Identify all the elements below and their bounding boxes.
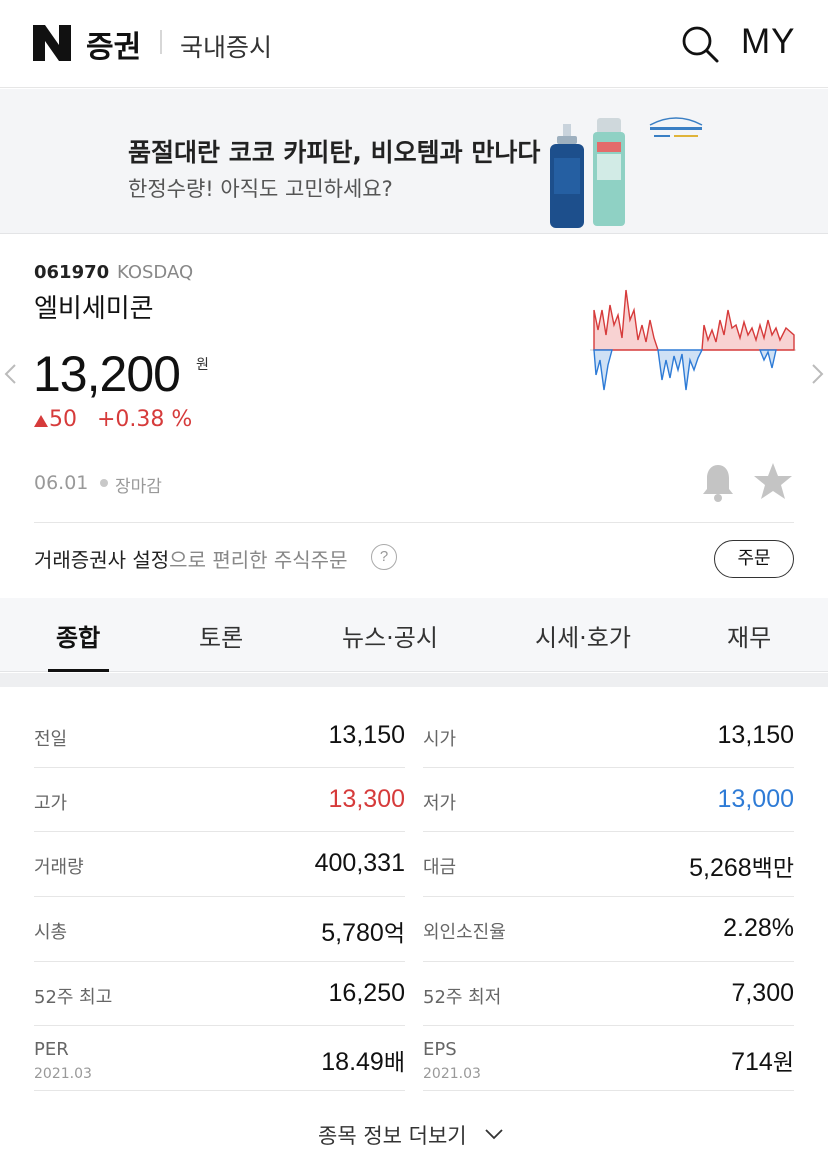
tab-discussion[interactable]: 토론: [199, 618, 243, 653]
ad-title: 품절대란 코코 카피탄, 비오템과 만나다: [128, 138, 541, 167]
row-divider: [34, 1090, 405, 1091]
current-price: 13,200: [33, 346, 181, 402]
info-value: 18.49배: [256, 1043, 405, 1077]
info-label: 시총: [34, 922, 68, 943]
chevron-down-icon[interactable]: [484, 1128, 504, 1140]
more-info-link[interactable]: 종목 정보 더보기: [318, 1120, 467, 1150]
row-divider: [34, 961, 405, 962]
row-divider: [423, 1090, 794, 1091]
info-label: 저가: [423, 793, 457, 814]
info-label: 52주 최고: [34, 987, 113, 1008]
stock-code: 061970: [34, 262, 110, 283]
row-divider: [34, 1025, 405, 1026]
naver-logo-icon[interactable]: [33, 25, 71, 61]
intraday-sparkline-chart[interactable]: [590, 280, 796, 400]
sparkline-up-area: [593, 289, 795, 351]
ad-product-image: [550, 118, 625, 228]
up-triangle-icon: [34, 415, 48, 427]
info-value: 13,150: [717, 721, 794, 749]
trade-date: 06.01: [34, 472, 89, 494]
info-value: 13,150: [328, 721, 405, 749]
info-sublabel: 2021.03: [34, 1066, 92, 1082]
my-menu-link[interactable]: MY: [741, 22, 796, 62]
row-divider: [34, 896, 405, 897]
brand-title[interactable]: 증권: [86, 22, 141, 66]
change-percent: +0.38 %: [97, 407, 193, 432]
stock-market: KOSDAQ: [117, 262, 194, 283]
info-label: 시가: [423, 729, 457, 750]
star-icon[interactable]: [753, 461, 793, 501]
section-gap: [0, 673, 828, 687]
info-value-high: 13,300: [328, 785, 405, 813]
row-divider: [34, 767, 405, 768]
section-title[interactable]: 국내증시: [180, 28, 272, 64]
info-value-low: 13,000: [717, 785, 794, 813]
help-icon[interactable]: ?: [371, 544, 397, 570]
info-value-number: 714: [731, 1048, 773, 1076]
order-button[interactable]: 주문: [714, 540, 794, 578]
ad-banner[interactable]: 품절대란 코코 카피탄, 비오템과 만나다 한정수량! 아직도 고민하세요?: [0, 89, 828, 234]
section-divider: [34, 522, 794, 523]
market-status: 장마감: [115, 477, 162, 497]
sparkline-down-area: [593, 349, 777, 391]
info-value-unit: 배: [383, 1050, 405, 1076]
broker-setting-link[interactable]: 거래증권사 설정으로 편리한 주식주문: [34, 544, 348, 573]
info-sublabel: 2021.03: [423, 1066, 481, 1082]
previous-stock-chevron-icon[interactable]: [2, 362, 18, 386]
info-value: 7,300: [731, 979, 794, 1007]
info-value: 5,780억: [256, 914, 405, 948]
status-dot: [100, 479, 108, 487]
row-divider: [423, 896, 794, 897]
tab-summary[interactable]: 종합: [56, 618, 100, 653]
info-value-number: 5,268: [689, 854, 752, 882]
info-value-unit: 억: [383, 921, 405, 947]
bell-icon[interactable]: [700, 462, 736, 502]
ad-subtitle: 한정수량! 아직도 고민하세요?: [128, 177, 393, 201]
info-value-unit: 백만: [751, 856, 794, 882]
info-value: 5,268백만: [620, 849, 794, 883]
info-value-number: 18.49: [321, 1048, 384, 1076]
row-divider: [423, 831, 794, 832]
tab-financials[interactable]: 재무: [727, 618, 771, 653]
info-value: 714원: [620, 1043, 794, 1077]
info-label: 52주 최저: [423, 987, 502, 1008]
info-label: 외인소진율: [423, 922, 506, 943]
info-label: 거래량: [34, 857, 84, 878]
row-divider: [34, 831, 405, 832]
info-label: 고가: [34, 793, 68, 814]
info-value-unit: 원: [772, 1050, 794, 1076]
next-stock-chevron-icon[interactable]: [810, 362, 826, 386]
broker-setting-description: 으로 편리한 주식주문: [169, 548, 348, 572]
info-label: EPS: [423, 1039, 457, 1060]
stock-name: 엘비세미콘: [34, 294, 154, 324]
info-label: PER: [34, 1039, 69, 1060]
brand-divider: [160, 30, 162, 54]
broker-setting-label: 거래증권사 설정: [34, 548, 170, 572]
tab-quotes[interactable]: 시세·호가: [535, 618, 631, 653]
row-divider: [423, 1025, 794, 1026]
tab-news[interactable]: 뉴스·공시: [342, 618, 438, 653]
top-header: 증권 국내증시 MY: [0, 0, 828, 88]
row-divider: [423, 961, 794, 962]
change-amount: 50: [49, 407, 77, 432]
active-tab-indicator: [48, 669, 109, 672]
info-value: 16,250: [328, 979, 405, 1007]
info-label: 전일: [34, 729, 68, 750]
tab-bar: 종합 토론 뉴스·공시 시세·호가 재무: [0, 598, 828, 672]
price-unit: 원: [196, 357, 209, 373]
info-value: 2.28%: [723, 914, 794, 942]
info-label: 대금: [423, 857, 457, 878]
info-value: 400,331: [314, 849, 405, 877]
search-icon[interactable]: [680, 24, 720, 64]
biotherm-logo: [649, 117, 703, 137]
row-divider: [423, 767, 794, 768]
info-value-number: 5,780: [321, 919, 384, 947]
